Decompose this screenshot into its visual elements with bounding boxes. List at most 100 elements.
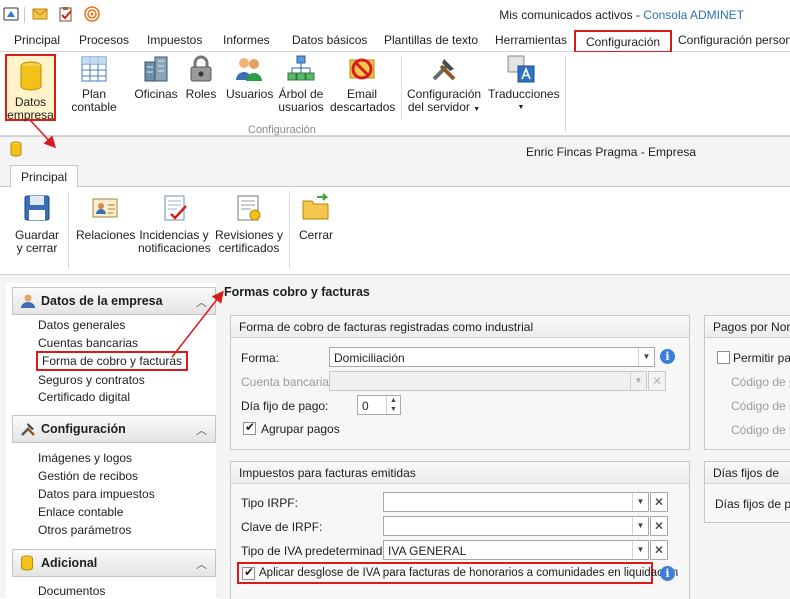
guardar-cerrar-button[interactable]: Guardar y cerrar: [12, 193, 62, 255]
sidebar-group-title: Datos de la empresa: [41, 294, 163, 308]
group-header: Forma de cobro de facturas registradas c…: [231, 316, 689, 338]
clear-icon[interactable]: ✕: [650, 492, 668, 512]
menu-tab-impuestos[interactable]: Impuestos: [147, 33, 202, 47]
clear-icon[interactable]: ✕: [650, 516, 668, 536]
menu-tab-configuracion-personal[interactable]: Configuración personal: [678, 33, 790, 47]
sidebar-item-datos-impuestos[interactable]: Datos para impuestos: [38, 487, 155, 501]
dropdown-arrow-icon[interactable]: ▼: [632, 493, 648, 511]
folder-icon: [302, 193, 329, 220]
dropdown-arrow-icon[interactable]: ▼: [630, 372, 646, 390]
info-icon[interactable]: i: [660, 349, 675, 364]
configuracion-servidor-button[interactable]: Configuración del servidor ▼: [407, 54, 481, 116]
info-icon[interactable]: i: [660, 566, 675, 581]
codigo-label-1: Código de p: [731, 375, 790, 389]
database-icon: [10, 141, 22, 157]
sidebar-item-cuentas-bancarias[interactable]: Cuentas bancarias: [38, 336, 138, 350]
incidencias-label: Incidencias y notificaciones: [138, 228, 211, 255]
cuenta-combo[interactable]: ▼ ✕: [329, 371, 666, 391]
app-title-sub: Consola ADMINET: [643, 8, 744, 22]
cerrar-label: Cerrar: [298, 228, 333, 242]
mail-icon[interactable]: [32, 6, 48, 22]
sidebar-group-title: Configuración: [41, 422, 126, 436]
sidebar-group-configuracion[interactable]: Configuración ︿: [12, 415, 216, 443]
tipo-iva-combo[interactable]: IVA GENERAL ▼ ✕: [383, 540, 668, 560]
usuarios-button[interactable]: Usuarios: [226, 54, 273, 101]
sidebar-item-certificado-digital[interactable]: Certificado digital: [38, 390, 130, 404]
chevron-up-icon[interactable]: ︿: [196, 556, 207, 572]
group-pagos-norma: Pagos por Norm Permitir pag Código de p …: [704, 315, 790, 450]
sidebar-item-otros-parametros[interactable]: Otros parámetros: [38, 523, 131, 537]
dia-stepper[interactable]: 0 ▲ ▼: [357, 395, 401, 415]
cerrar-button[interactable]: Cerrar: [296, 193, 336, 242]
group-header: Impuestos para facturas emitidas: [231, 462, 689, 484]
ribbon-separator: [289, 191, 290, 269]
plan-contable-button[interactable]: Plan contable: [60, 54, 128, 114]
oficinas-button[interactable]: Oficinas: [134, 54, 178, 101]
sidebar-item-datos-generales[interactable]: Datos generales: [38, 318, 125, 332]
chevron-down-icon: ▼: [517, 104, 525, 111]
clear-icon[interactable]: ✕: [650, 540, 668, 560]
dropdown-arrow-icon[interactable]: ▼: [632, 517, 648, 535]
sidebar-item-imagenes-logos[interactable]: Imágenes y logos: [38, 451, 132, 465]
menu-tab-herramientas[interactable]: Herramientas: [495, 33, 567, 47]
users-icon: [236, 58, 262, 81]
clipboard-check-icon[interactable]: [58, 6, 74, 22]
irpf-combo[interactable]: ▼ ✕: [383, 492, 668, 512]
sidebar-item-enlace-contable[interactable]: Enlace contable: [38, 505, 123, 519]
agrupar-checkbox[interactable]: [243, 420, 256, 435]
email-descartados-button[interactable]: Email descartados: [330, 54, 396, 114]
roles-button[interactable]: Roles: [183, 54, 219, 101]
incidencias-button[interactable]: Incidencias y notificaciones: [138, 193, 211, 255]
dia-label: Día fijo de pago:: [241, 399, 329, 413]
menu-tab-configuracion[interactable]: Configuración: [574, 30, 673, 53]
sidebar-group-datos-empresa[interactable]: Datos de la empresa ︿: [12, 287, 216, 315]
sidebar-item-gestion-recibos[interactable]: Gestión de recibos: [38, 469, 138, 483]
ribbon-separator: [401, 56, 402, 120]
clave-irpf-combo[interactable]: ▼ ✕: [383, 516, 668, 536]
group-impuestos: Impuestos para facturas emitidas Tipo IR…: [230, 461, 690, 599]
app-icon[interactable]: [3, 6, 19, 22]
title-bar: Mis comunicados activos - Consola ADMINE…: [0, 0, 790, 30]
menu-tab-principal[interactable]: Principal: [14, 33, 60, 47]
chevron-up-icon[interactable]: ︿: [196, 294, 207, 310]
menu-tab-procesos[interactable]: Procesos: [79, 33, 129, 47]
sidebar: Datos de la empresa ︿ Datos generales Cu…: [6, 283, 216, 599]
dropdown-arrow-icon[interactable]: ▼: [632, 541, 648, 559]
codigo-label-2: Código de m: [731, 399, 790, 413]
email-descartados-label: Email descartados: [330, 87, 396, 114]
stepper-arrows-icon[interactable]: ▲ ▼: [386, 396, 400, 414]
spreadsheet-icon: [81, 56, 107, 82]
datos-empresa-button[interactable]: Datos empresa: [5, 54, 56, 122]
menu-tab-plantillas[interactable]: Plantillas de texto: [384, 33, 478, 47]
permitir-label: Permitir pag: [733, 351, 790, 365]
traducciones-label: Traducciones: [488, 87, 560, 101]
buildings-icon: [144, 56, 168, 82]
clear-icon[interactable]: ✕: [648, 371, 666, 391]
revisiones-label: Revisiones y certificados: [214, 228, 284, 255]
ribbon-group-label: Configuración: [248, 124, 316, 136]
configuracion-servidor-label: Configuración del servidor: [407, 87, 482, 114]
rss-icon[interactable]: [84, 6, 100, 22]
menu-tab-datos-basicos[interactable]: Datos básicos: [292, 33, 367, 47]
tab-principal[interactable]: Principal: [10, 165, 79, 188]
chevron-up-icon[interactable]: ︿: [196, 422, 207, 438]
relaciones-button[interactable]: Relaciones: [76, 193, 135, 242]
sidebar-item-documentos[interactable]: Documentos: [38, 584, 105, 598]
sidebar-item-seguros-contratos[interactable]: Seguros y contratos: [38, 373, 145, 387]
sidebar-group-adicional[interactable]: Adicional ︿: [12, 549, 216, 577]
company-window: Enric Fincas Pragma - Empresa Principal …: [0, 136, 790, 599]
contacts-icon: [92, 198, 118, 218]
tipo-iva-label: Tipo de IVA predeterminado:: [241, 544, 393, 558]
forma-combo[interactable]: Domiciliación ▼: [329, 347, 655, 367]
roles-label: Roles: [185, 87, 217, 101]
desglose-iva-label: Aplicar desglose de IVA para facturas de…: [259, 567, 679, 579]
permitir-checkbox[interactable]: [717, 351, 730, 364]
desglose-iva-checkbox[interactable]: [242, 565, 255, 580]
menu-tab-informes[interactable]: Informes: [223, 33, 270, 47]
arbol-usuarios-button[interactable]: Árbol de usuarios: [277, 54, 325, 114]
sidebar-item-forma-cobro[interactable]: Forma de cobro y facturas: [36, 351, 189, 371]
traducciones-button[interactable]: Traducciones ▼: [488, 54, 560, 114]
group-title: Pagos por Norm: [713, 320, 790, 334]
dropdown-arrow-icon[interactable]: ▼: [638, 348, 654, 366]
revisiones-button[interactable]: Revisiones y certificados: [214, 193, 284, 255]
